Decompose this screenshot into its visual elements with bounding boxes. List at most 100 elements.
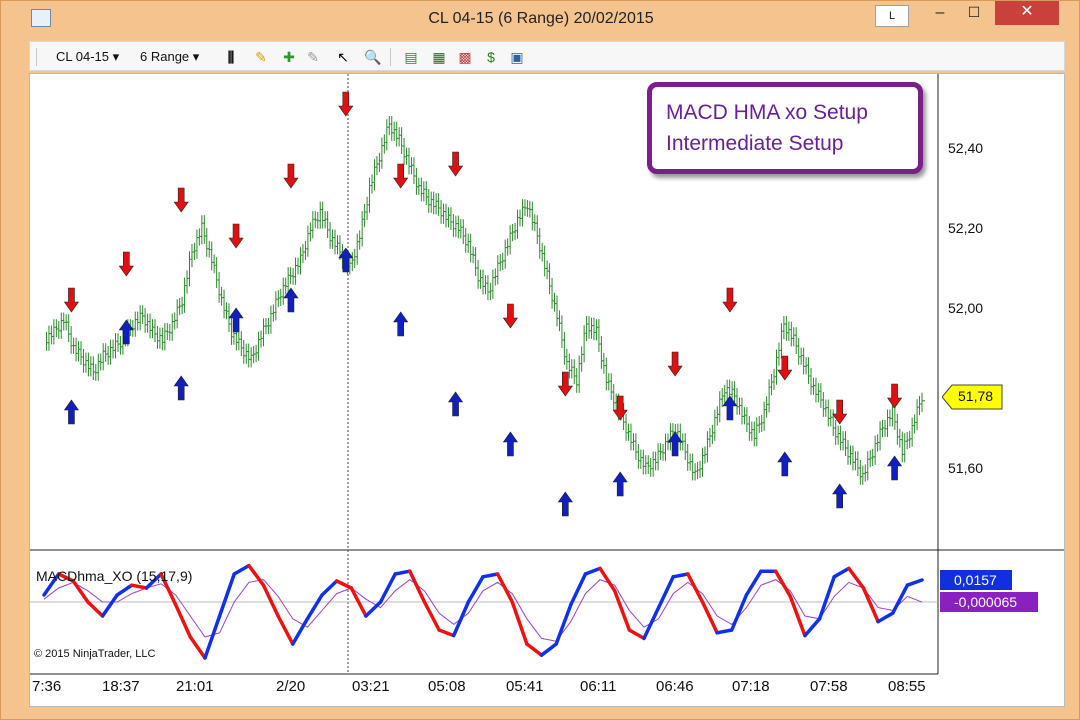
instrument-label: CL 04-15 xyxy=(56,49,109,64)
zoom-icon[interactable]: 🔍 xyxy=(364,48,382,66)
macd-segment xyxy=(803,617,822,638)
period-selector[interactable]: 6 Range ▾ xyxy=(140,48,199,66)
buy-arrow xyxy=(557,491,573,517)
add-indicator-icon[interactable]: ✚ xyxy=(280,48,298,66)
link-button[interactable]: L xyxy=(875,5,909,27)
macd-value-flag: 0,0157 xyxy=(940,570,1012,590)
window-title: CL 04-15 (6 Range) 20/02/2015 xyxy=(428,10,654,27)
buy-arrow xyxy=(173,375,189,401)
price-tick: 51,60 xyxy=(948,460,984,476)
macd-segment xyxy=(86,600,105,618)
macd-segment xyxy=(320,579,339,597)
sell-arrow xyxy=(557,371,573,397)
macd-segment xyxy=(276,614,295,646)
chevron-down-icon: ▾ xyxy=(192,49,200,64)
macd-segment xyxy=(671,572,690,579)
buy-arrow xyxy=(886,455,903,481)
sell-arrow xyxy=(447,151,464,177)
sell-arrow xyxy=(612,395,628,421)
maximize-button[interactable]: ☐ xyxy=(959,1,989,25)
time-tick: 08:55 xyxy=(888,678,926,695)
sell-arrow xyxy=(283,163,299,189)
chart-trader-icon[interactable]: ▤ xyxy=(402,48,420,66)
close-button[interactable]: ✕ xyxy=(995,1,1059,25)
buy-arrow xyxy=(447,391,464,417)
indicator-label: MACDhma_XO (15,17,9) xyxy=(36,568,193,584)
macd-segment xyxy=(130,583,149,590)
drawing-pencil-icon[interactable]: ✎ xyxy=(252,48,270,66)
macd-segment xyxy=(510,600,529,646)
properties-icon[interactable]: ▣ xyxy=(508,48,526,66)
macd-segment xyxy=(378,572,397,604)
macd-segment xyxy=(612,589,632,632)
macd-segment xyxy=(232,563,251,576)
macd-segment xyxy=(495,572,515,604)
title-bar[interactable]: CL 04-15 (6 Range) 20/02/2015 L – ☐ ✕ xyxy=(1,1,1080,39)
macd-segment xyxy=(173,603,193,639)
chevron-down-icon: ▾ xyxy=(112,49,120,64)
strategies-icon[interactable]: ▦ xyxy=(430,48,448,66)
macd-segment xyxy=(905,578,924,587)
macd-segment xyxy=(451,600,471,638)
macd-segment xyxy=(100,593,119,618)
macd-segment xyxy=(525,642,544,657)
macd-segment xyxy=(364,600,383,618)
instrument-selector[interactable]: CL 04-15 ▾ xyxy=(56,48,119,66)
sell-arrow xyxy=(832,399,848,425)
sell-arrow xyxy=(886,383,903,409)
macd-segment xyxy=(744,569,763,597)
remove-indicator-icon[interactable]: ✎ xyxy=(304,48,322,66)
time-tick: 06:11 xyxy=(580,678,617,695)
setup-line-2: Intermediate Setup xyxy=(666,132,844,155)
time-tick: 05:08 xyxy=(428,678,466,695)
sell-arrow xyxy=(722,287,738,313)
sell-arrow xyxy=(228,223,244,249)
signal-value-flag: -0,000065 xyxy=(940,592,1038,612)
time-tick: 18:37 xyxy=(102,678,140,695)
macd-segment xyxy=(71,579,90,604)
setup-annotation: MACD HMA xo Setup Intermediate Setup xyxy=(647,82,923,174)
toolbar-grip[interactable] xyxy=(36,48,37,66)
macd-segment xyxy=(832,566,851,579)
macd-segment xyxy=(627,628,646,641)
buy-arrow xyxy=(612,471,628,497)
macd-segment xyxy=(305,593,324,621)
sell-arrow xyxy=(667,351,683,377)
macd-segment xyxy=(203,614,222,660)
macd-segment xyxy=(715,628,734,635)
buy-arrow xyxy=(118,319,134,345)
macd-segment xyxy=(422,600,441,632)
time-tick: 07:58 xyxy=(810,678,848,695)
macd-segment xyxy=(481,572,500,579)
macd-segment xyxy=(598,566,617,593)
sell-arrow xyxy=(118,251,134,277)
time-tick: 07:18 xyxy=(732,678,770,695)
copyright-text: © 2015 NinjaTrader, LLC xyxy=(34,648,156,660)
macd-segment xyxy=(656,575,675,610)
macd-segment xyxy=(539,642,558,657)
time-tick: 7:36 xyxy=(32,678,62,695)
macd-segment xyxy=(773,569,793,599)
cursor-select-icon[interactable]: ↖ xyxy=(334,48,352,66)
sell-arrow xyxy=(173,187,189,213)
buy-arrow xyxy=(63,399,80,425)
time-tick: 05:41 xyxy=(506,678,544,695)
macd-segment xyxy=(876,611,895,624)
sell-arrow xyxy=(502,303,519,329)
signal-line xyxy=(43,578,923,642)
price-tick: 52,40 xyxy=(948,140,984,156)
minimize-button[interactable]: – xyxy=(925,1,955,25)
app-window: CL 04-15 (6 Range) 20/02/2015 L – ☐ ✕ CL… xyxy=(0,0,1080,720)
macd-segment xyxy=(583,566,602,576)
dollar-icon[interactable]: $ xyxy=(482,48,500,66)
chart-panel[interactable]: MACD HMA xo Setup Intermediate Setup MAC… xyxy=(29,73,1065,707)
macd-segment xyxy=(890,583,910,615)
setup-line-1: MACD HMA xo Setup xyxy=(666,101,868,124)
last-price-value: 51,78 xyxy=(958,388,994,404)
data-box-icon[interactable]: ▩ xyxy=(456,48,474,66)
macd-segment xyxy=(817,575,836,621)
time-tick: 06:46 xyxy=(656,678,694,695)
chart-toolbar: CL 04-15 ▾ 6 Range ▾ ⫼ ✎ ✚ ✎ ↖ 🔍 ▤ ▦ ▩ $… xyxy=(29,41,1065,71)
sell-arrow xyxy=(393,163,409,189)
bar-type-icon[interactable]: ⫼ xyxy=(222,48,240,66)
